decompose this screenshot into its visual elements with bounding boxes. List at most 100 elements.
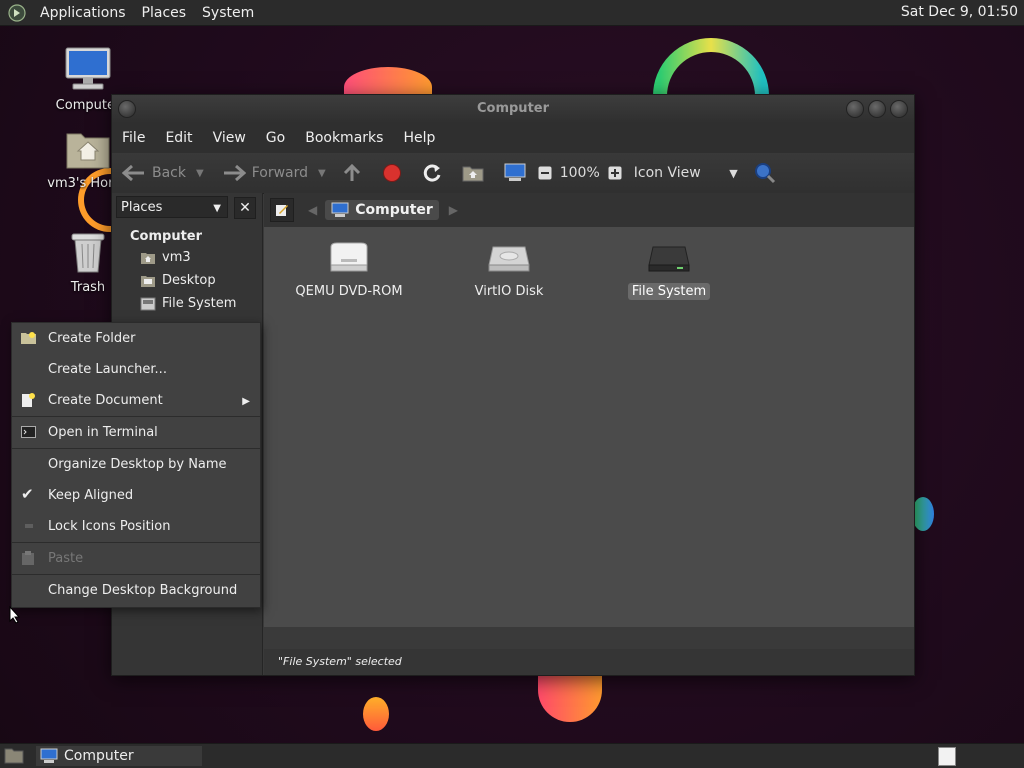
clock[interactable]: Sat Dec 9, 01:50 — [901, 4, 1018, 20]
workspace-switcher[interactable] — [938, 747, 956, 766]
menu-edit[interactable]: Edit — [155, 130, 202, 146]
sidebar-item-file-system[interactable]: File System — [140, 294, 262, 313]
show-desktop-icon[interactable] — [4, 747, 24, 764]
file-label: File System — [627, 283, 711, 300]
zoom-out-button[interactable] — [538, 166, 552, 180]
back-label: Back — [152, 165, 186, 181]
menu-view[interactable]: View — [203, 130, 256, 146]
zoom-in-button[interactable] — [608, 166, 622, 180]
filesystem-drive-icon — [648, 246, 690, 272]
menu-applications[interactable]: Applications — [32, 5, 134, 21]
up-arrow-icon — [343, 163, 360, 181]
desktop-wallpaper-ring — [652, 28, 770, 102]
sidebar-header: Places ▼ ✕ — [112, 193, 262, 221]
folder-new-icon — [21, 332, 36, 344]
maximize-button[interactable] — [868, 100, 886, 118]
menu-item-label: Create Folder — [48, 331, 136, 346]
menu-item-create-folder[interactable]: Create Folder — [12, 323, 260, 354]
location-edit-button[interactable] — [270, 198, 294, 222]
sidebar-item-label: File System — [162, 296, 237, 311]
content-pane: ◀ Computer ▶ QEMU DVD-ROM VirtIO Disk Fi… — [264, 193, 914, 675]
terminal-icon — [21, 426, 36, 438]
file-item[interactable]: QEMU DVD-ROM — [279, 241, 419, 300]
computer-icon — [504, 163, 526, 181]
taskbar-button-label: Computer — [64, 748, 134, 764]
back-history-dropdown[interactable]: ▼ — [196, 168, 204, 179]
desktop-wallpaper-blob — [363, 697, 389, 731]
sidebar-item-vm3[interactable]: vm3 — [140, 248, 262, 267]
paste-icon — [22, 551, 34, 565]
menubar: File Edit View Go Bookmarks Help — [112, 123, 914, 153]
chevron-down-icon: ▼ — [213, 203, 221, 214]
search-button[interactable] — [754, 162, 776, 184]
chevron-left-icon[interactable]: ◀ — [308, 203, 317, 217]
reload-button[interactable] — [422, 163, 442, 183]
breadcrumb[interactable]: Computer — [325, 200, 439, 220]
disk-icon — [488, 246, 530, 272]
sidebar-type-label: Places — [121, 199, 163, 215]
close-button[interactable] — [890, 100, 908, 118]
up-button[interactable] — [342, 163, 362, 183]
menu-item-paste: Paste — [12, 543, 260, 574]
close-icon[interactable]: ✕ — [234, 197, 256, 219]
menu-item-label: Lock Icons Position — [48, 519, 171, 534]
menu-item-create-document[interactable]: Create Document ▶ — [12, 385, 260, 416]
chevron-right-icon[interactable]: ▶ — [449, 203, 458, 217]
menu-item-organize-desktop[interactable]: Organize Desktop by Name — [12, 449, 260, 480]
home-folder-icon — [141, 252, 155, 264]
stop-button[interactable] — [382, 163, 402, 183]
computer-button[interactable] — [504, 163, 526, 183]
menu-item-lock-icons[interactable]: Lock Icons Position — [12, 511, 260, 542]
sidebar-item-desktop[interactable]: Desktop — [140, 271, 262, 290]
sidebar-item-label: Desktop — [162, 273, 216, 288]
home-folder-icon — [462, 166, 484, 182]
back-button[interactable]: Back — [122, 164, 186, 182]
sidebar-section-title: Computer — [130, 229, 203, 244]
minimize-button[interactable] — [846, 100, 864, 118]
menu-help[interactable]: Help — [393, 130, 445, 146]
statusbar: "File System" selected — [264, 649, 914, 675]
chevron-down-icon: ▼ — [729, 167, 738, 180]
menu-item-label: Paste — [48, 551, 84, 566]
window-title: Computer — [476, 101, 550, 116]
desktop-context-menu: Create Folder Create Launcher... Create … — [11, 322, 261, 608]
file-item[interactable]: VirtIO Disk — [439, 241, 579, 300]
check-icon: ✔ — [21, 485, 34, 503]
document-new-icon — [22, 393, 35, 407]
file-label: QEMU DVD-ROM — [295, 284, 403, 299]
view-mode-select[interactable]: Icon View ▼ — [634, 165, 738, 181]
menu-item-open-terminal[interactable]: Open in Terminal — [12, 417, 260, 448]
menu-file[interactable]: File — [112, 130, 155, 146]
forward-history-dropdown[interactable]: ▼ — [318, 168, 326, 179]
chevron-right-icon: ▶ — [242, 396, 250, 407]
home-button[interactable] — [462, 164, 484, 182]
optical-drive-icon — [330, 242, 368, 272]
menu-item-change-background[interactable]: Change Desktop Background — [12, 575, 260, 606]
back-arrow-icon — [122, 164, 144, 182]
mouse-cursor-icon — [9, 606, 21, 624]
forward-arrow-icon — [223, 164, 246, 182]
window-titlebar[interactable]: Computer — [112, 95, 914, 123]
menu-item-label: Open in Terminal — [48, 425, 158, 440]
desktop-wallpaper-blob — [912, 497, 934, 531]
top-panel: Applications Places System Sat Dec 9, 01… — [0, 0, 1024, 26]
desktop-folder-icon — [141, 275, 155, 287]
taskbar-button-computer[interactable]: Computer — [36, 746, 202, 766]
distro-logo-icon[interactable] — [8, 3, 26, 22]
filesystem-icon — [140, 297, 156, 310]
breadcrumb-label: Computer — [355, 202, 433, 218]
menu-item-label: Keep Aligned — [48, 488, 134, 503]
menu-go[interactable]: Go — [256, 130, 295, 146]
menu-bookmarks[interactable]: Bookmarks — [295, 130, 393, 146]
menu-item-label: Create Launcher... — [48, 362, 167, 377]
menu-system[interactable]: System — [194, 5, 262, 21]
file-item[interactable]: File System — [599, 241, 739, 300]
menu-item-create-launcher[interactable]: Create Launcher... — [12, 354, 260, 385]
menu-places[interactable]: Places — [134, 5, 195, 21]
menu-item-keep-aligned[interactable]: ✔ Keep Aligned — [12, 480, 260, 511]
sidebar-item-label: vm3 — [162, 250, 191, 265]
file-view: QEMU DVD-ROM VirtIO Disk File System — [264, 227, 914, 627]
sidebar-type-select[interactable]: Places ▼ — [116, 196, 228, 218]
window-menu-button[interactable] — [118, 100, 136, 118]
forward-button[interactable]: Forward — [222, 164, 308, 182]
